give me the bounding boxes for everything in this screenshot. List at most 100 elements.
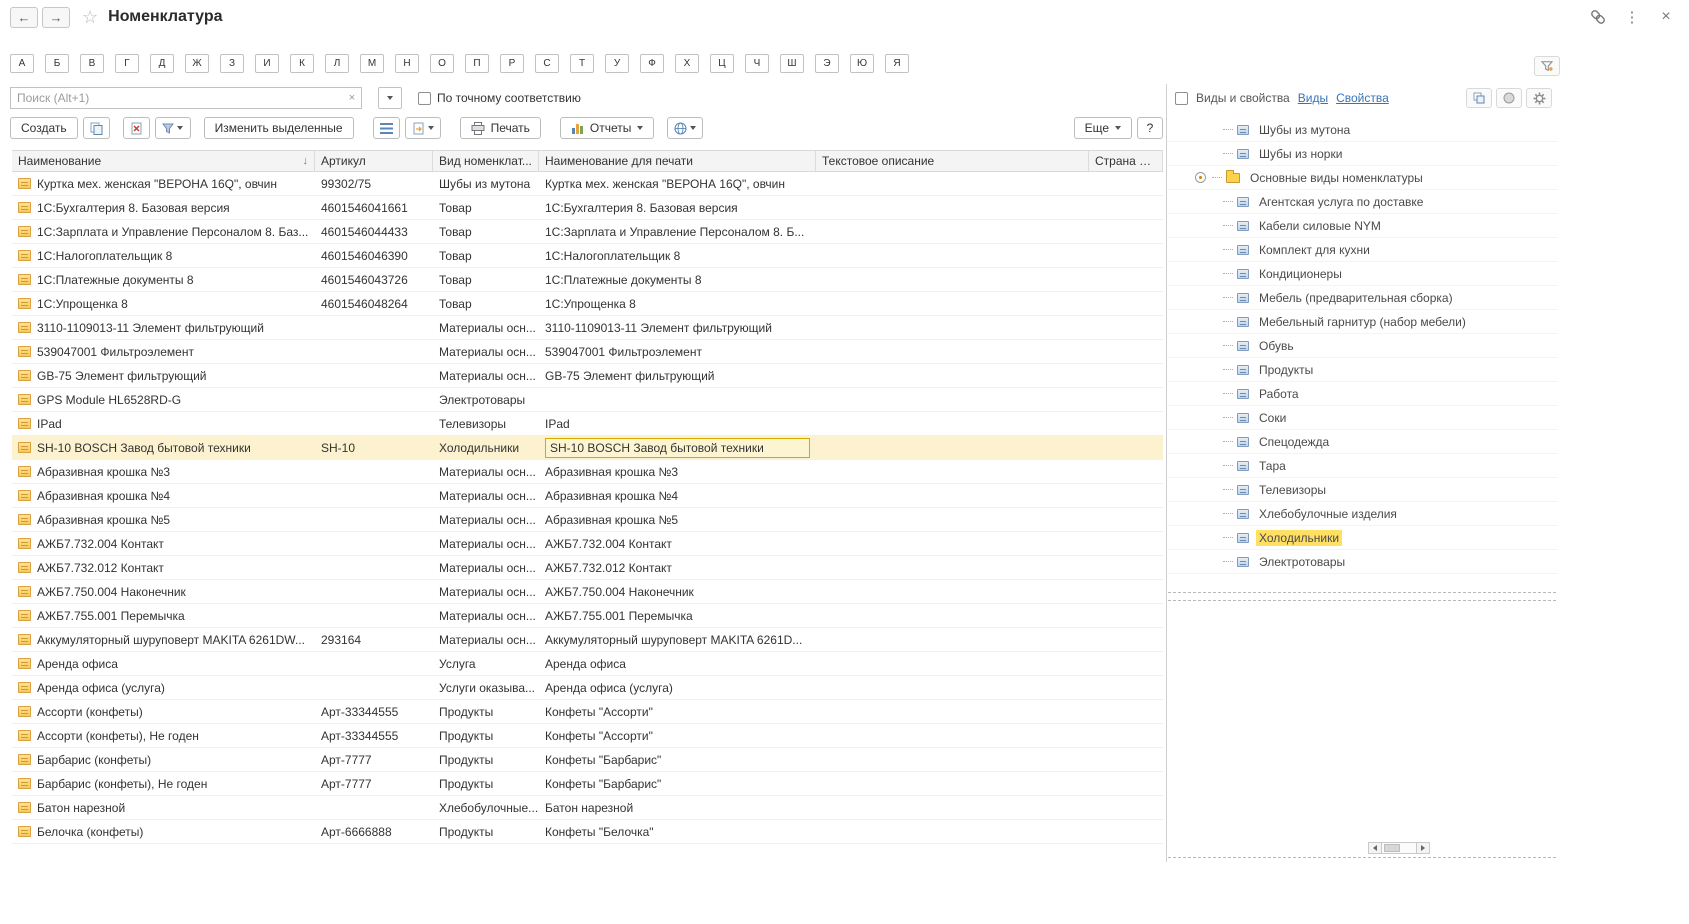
table-row[interactable]: 539047001 ФильтроэлементМатериалы осн...…	[12, 340, 1163, 364]
kinds-filter-checkbox[interactable]	[1175, 92, 1188, 105]
alphabet-button-Ш[interactable]: Ш	[780, 54, 804, 73]
table-row[interactable]: Куртка мех. женская "ВЕРОНА 16Q", овчин9…	[12, 172, 1163, 196]
back-button[interactable]: ←	[10, 7, 38, 28]
table-row[interactable]: АЖБ7.732.004 КонтактМатериалы осн...АЖБ7…	[12, 532, 1163, 556]
print-button[interactable]: Печать	[460, 117, 541, 139]
tree-item[interactable]: Электротовары	[1167, 550, 1558, 574]
horizontal-scrollbar[interactable]	[1368, 841, 1430, 854]
table-row[interactable]: АЖБ7.750.004 НаконечникМатериалы осн...А…	[12, 580, 1163, 604]
panel-splitter[interactable]	[1168, 592, 1556, 593]
alphabet-button-Ж[interactable]: Ж	[185, 54, 209, 73]
column-header-2[interactable]: Вид номенклат...	[433, 151, 539, 171]
alphabet-button-Б[interactable]: Б	[45, 54, 69, 73]
table-row[interactable]: АЖБ7.732.012 КонтактМатериалы осн...АЖБ7…	[12, 556, 1163, 580]
scrollbar-thumb[interactable]	[1384, 844, 1400, 852]
tree-item[interactable]: Кабели силовые NYM	[1167, 214, 1558, 238]
table-row[interactable]: GB-75 Элемент фильтрующийМатериалы осн..…	[12, 364, 1163, 388]
alphabet-button-Ц[interactable]: Ц	[710, 54, 734, 73]
alphabet-button-Х[interactable]: Х	[675, 54, 699, 73]
deletion-mark-button[interactable]	[123, 117, 150, 139]
table-row[interactable]: Абразивная крошка №5Материалы осн...Абра…	[12, 508, 1163, 532]
exact-match-checkbox[interactable]	[418, 92, 431, 105]
send-button[interactable]	[667, 117, 703, 139]
table-row[interactable]: Абразивная крошка №4Материалы осн...Абра…	[12, 484, 1163, 508]
scroll-right-button[interactable]	[1416, 842, 1430, 854]
alphabet-button-И[interactable]: И	[255, 54, 279, 73]
panel-settings-button[interactable]	[1526, 88, 1552, 108]
edit-selected-button[interactable]: Изменить выделенные	[204, 117, 354, 139]
more-button[interactable]: Еще	[1074, 117, 1132, 139]
create-button[interactable]: Создать	[10, 117, 78, 139]
alphabet-button-Ю[interactable]: Ю	[850, 54, 874, 73]
compare-kinds-button[interactable]	[1466, 88, 1492, 108]
alphabet-button-А[interactable]: А	[10, 54, 34, 73]
tree-item[interactable]: Телевизоры	[1167, 478, 1558, 502]
tree-item[interactable]: Основные виды номенклатуры	[1167, 166, 1558, 190]
table-row[interactable]: Ассорти (конфеты), Не годенАрт-33344555П…	[12, 724, 1163, 748]
table-row[interactable]: Аренда офиса (услуга)Услуги оказыва...Ар…	[12, 676, 1163, 700]
table-row[interactable]: GPS Module HL6528RD-GЭлектротовары	[12, 388, 1163, 412]
tree-item[interactable]: Продукты	[1167, 358, 1558, 382]
column-header-3[interactable]: Наименование для печати	[539, 151, 816, 171]
table-row[interactable]: Ассорти (конфеты)Арт-33344555ПродуктыКон…	[12, 700, 1163, 724]
table-row[interactable]: Аренда офисаУслугаАренда офиса	[12, 652, 1163, 676]
search-options-dropdown[interactable]	[378, 87, 402, 109]
scroll-left-button[interactable]	[1368, 842, 1382, 854]
close-icon[interactable]: ×	[1657, 8, 1675, 26]
properties-link[interactable]: Свойства	[1336, 91, 1389, 105]
table-row[interactable]: 1С:Зарплата и Управление Персоналом 8. Б…	[12, 220, 1163, 244]
alphabet-button-Д[interactable]: Д	[150, 54, 174, 73]
table-row[interactable]: Абразивная крошка №3Материалы осн...Абра…	[12, 460, 1163, 484]
alphabet-button-К[interactable]: К	[290, 54, 314, 73]
alphabet-button-Э[interactable]: Э	[815, 54, 839, 73]
table-row[interactable]: IPadТелевизорыIPad	[12, 412, 1163, 436]
column-header-5[interactable]: Страна прои...	[1089, 151, 1163, 171]
kebab-menu-icon[interactable]: ⋮	[1623, 8, 1641, 26]
alphabet-button-З[interactable]: З	[220, 54, 244, 73]
table-row[interactable]: 1С:Налогоплательщик 84601546046390Товар1…	[12, 244, 1163, 268]
alphabet-button-В[interactable]: В	[80, 54, 104, 73]
tree-item[interactable]: Комплект для кухни	[1167, 238, 1558, 262]
form-settings-button[interactable]	[1534, 56, 1560, 76]
alphabet-button-П[interactable]: П	[465, 54, 489, 73]
alphabet-button-Т[interactable]: Т	[570, 54, 594, 73]
table-row[interactable]: 3110-1109013-11 Элемент фильтрующийМатер…	[12, 316, 1163, 340]
alphabet-button-У[interactable]: У	[605, 54, 629, 73]
table-row[interactable]: Белочка (конфеты)Арт-6666888ПродуктыКонф…	[12, 820, 1163, 844]
column-header-1[interactable]: Артикул	[315, 151, 433, 171]
alphabet-button-Я[interactable]: Я	[885, 54, 909, 73]
tree-item[interactable]: Спецодежда	[1167, 430, 1558, 454]
column-header-0[interactable]: Наименование↓	[12, 151, 315, 171]
tree-item[interactable]: Обувь	[1167, 334, 1558, 358]
reports-button[interactable]: Отчеты	[560, 117, 654, 139]
get-link-icon[interactable]	[1589, 8, 1607, 26]
alphabet-button-О[interactable]: О	[430, 54, 454, 73]
help-button[interactable]: ?	[1137, 117, 1163, 139]
forward-button[interactable]: →	[42, 7, 70, 28]
table-row[interactable]: 1С:Платежные документы 84601546043726Тов…	[12, 268, 1163, 292]
table-row[interactable]: Батон нарезнойХлебобулочные...Батон наре…	[12, 796, 1163, 820]
table-row[interactable]: Барбарис (конфеты)Арт-7777ПродуктыКонфет…	[12, 748, 1163, 772]
tree-item[interactable]: Холодильники	[1167, 526, 1558, 550]
table-row[interactable]: 1С:Бухгалтерия 8. Базовая версия46015460…	[12, 196, 1163, 220]
tree-item[interactable]: Работа	[1167, 382, 1558, 406]
alphabet-button-Р[interactable]: Р	[500, 54, 524, 73]
tree-item[interactable]: Соки	[1167, 406, 1558, 430]
kinds-link[interactable]: Виды	[1298, 91, 1328, 105]
alphabet-button-Г[interactable]: Г	[115, 54, 139, 73]
alphabet-button-Ф[interactable]: Ф	[640, 54, 664, 73]
column-header-4[interactable]: Текстовое описание	[816, 151, 1089, 171]
favorite-star-icon[interactable]: ☆	[82, 7, 98, 28]
tree-item[interactable]: Хлебобулочные изделия	[1167, 502, 1558, 526]
tree-item[interactable]: Шубы из мутона	[1167, 118, 1558, 142]
table-row[interactable]: АЖБ7.755.001 ПеремычкаМатериалы осн...АЖ…	[12, 604, 1163, 628]
search-input[interactable]	[11, 91, 343, 105]
sphere-button[interactable]	[1496, 88, 1522, 108]
configure-list-button[interactable]	[155, 117, 191, 139]
alphabet-button-Л[interactable]: Л	[325, 54, 349, 73]
output-list-button[interactable]	[405, 117, 441, 139]
table-row[interactable]: Аккумуляторный шуруповерт MAKITA 6261DW.…	[12, 628, 1163, 652]
create-by-copy-button[interactable]	[83, 117, 110, 139]
scrollbar-track[interactable]	[1382, 842, 1416, 854]
alphabet-button-Н[interactable]: Н	[395, 54, 419, 73]
